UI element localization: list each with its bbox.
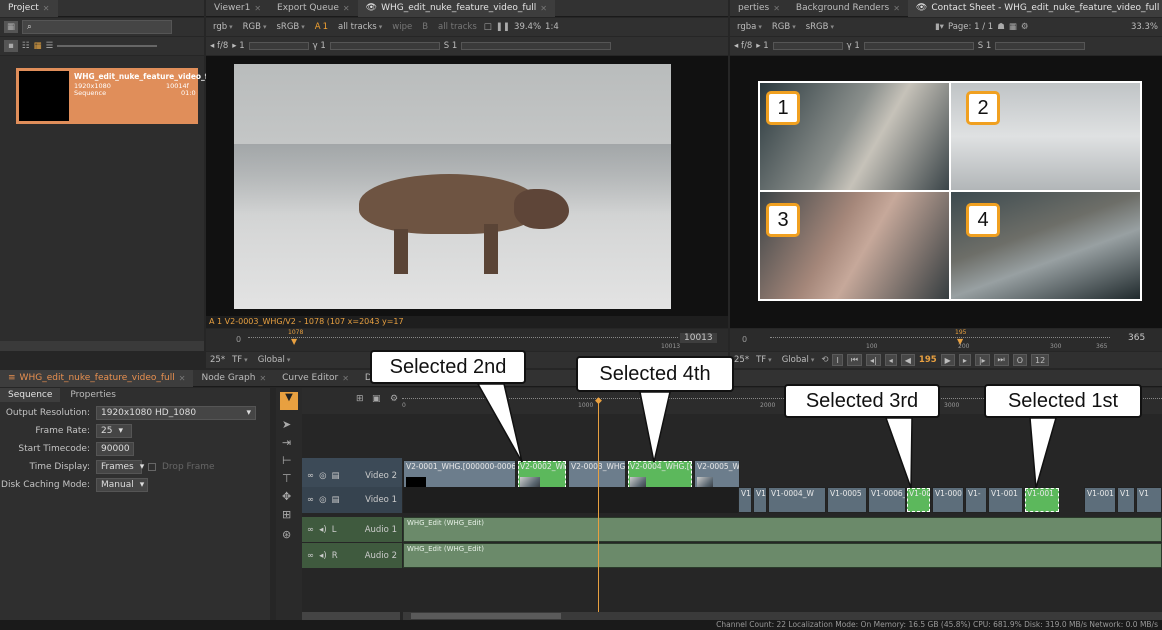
pointer-2nd	[476, 383, 523, 463]
pointer-1st	[1029, 417, 1057, 489]
pointer-4th	[639, 391, 671, 463]
callout-selected-1st: Selected 1st	[984, 384, 1142, 418]
pointer-3rd	[884, 417, 913, 489]
callout-selected-2nd: Selected 2nd	[370, 350, 526, 384]
callout-selected-3rd: Selected 3rd	[784, 384, 940, 418]
callout-pointers	[476, 383, 1057, 489]
callout-selected-4th: Selected 4th	[576, 356, 734, 392]
